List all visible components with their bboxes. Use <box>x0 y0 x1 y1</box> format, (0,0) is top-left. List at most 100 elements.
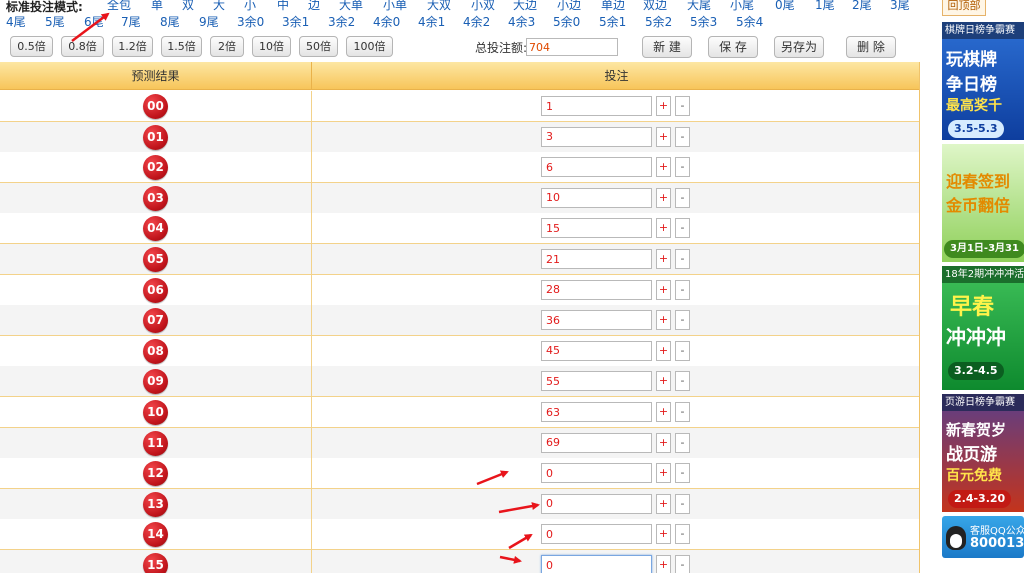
bet-amount-input[interactable] <box>541 310 652 331</box>
mode-link-r2-0[interactable]: 4尾 <box>6 15 26 29</box>
decrement-button[interactable]: - <box>675 432 690 453</box>
mode-link-r1-10[interactable]: 小双 <box>471 0 495 12</box>
mode-link-r2-15[interactable]: 5余2 <box>645 15 672 29</box>
bet-amount-input[interactable] <box>541 96 652 116</box>
mode-link-r2-3[interactable]: 7尾 <box>121 15 141 29</box>
ad-banner-checkin[interactable]: 迎春签到 金币翻倍 3月1日-3月31 <box>942 144 1024 262</box>
bet-amount-input[interactable] <box>541 187 652 208</box>
mode-link-r1-15[interactable]: 大尾 <box>687 0 711 12</box>
decrement-button[interactable]: - <box>675 524 690 545</box>
bet-amount-input[interactable] <box>541 402 652 422</box>
decrement-button[interactable]: - <box>675 249 690 269</box>
mode-link-r2-10[interactable]: 4余1 <box>418 15 445 29</box>
delete-button[interactable]: 删 除 <box>846 36 896 58</box>
decrement-button[interactable]: - <box>675 555 690 573</box>
save-as-button[interactable]: 另存为 <box>774 36 824 58</box>
multiplier-button-7[interactable]: 100倍 <box>346 36 393 57</box>
bet-amount-input[interactable] <box>541 432 652 453</box>
bet-amount-input[interactable] <box>541 493 652 514</box>
mode-link-r2-8[interactable]: 3余2 <box>328 15 355 29</box>
bet-amount-input[interactable] <box>541 218 652 239</box>
mode-link-r1-19[interactable]: 2尾 <box>852 0 872 12</box>
mode-link-r1-18[interactable]: 1尾 <box>815 0 835 12</box>
increment-button[interactable]: + <box>656 310 671 331</box>
bet-amount-input[interactable] <box>541 340 652 361</box>
decrement-button[interactable]: - <box>675 157 690 178</box>
mode-link-r1-20[interactable]: 3尾 <box>890 0 910 12</box>
decrement-button[interactable]: - <box>675 493 690 514</box>
mode-link-r1-17[interactable]: 0尾 <box>775 0 795 12</box>
bet-amount-input[interactable] <box>541 126 652 147</box>
mode-link-r2-17[interactable]: 5余4 <box>736 15 763 29</box>
increment-button[interactable]: + <box>656 524 671 545</box>
increment-button[interactable]: + <box>656 126 671 147</box>
save-button[interactable]: 保 存 <box>708 36 758 58</box>
mode-link-r1-14[interactable]: 双边 <box>643 0 667 12</box>
increment-button[interactable]: + <box>656 249 671 269</box>
bet-amount-input[interactable] <box>541 555 652 573</box>
mode-link-r1-7[interactable]: 大单 <box>339 0 363 12</box>
ad-banner-webgame[interactable]: 页游日榜争霸赛 新春贺岁 战页游 百元免费 2.4-3.20 <box>942 394 1024 512</box>
decrement-button[interactable]: - <box>675 218 690 239</box>
decrement-button[interactable]: - <box>675 371 690 392</box>
mode-link-r1-12[interactable]: 小边 <box>557 0 581 12</box>
mode-link-r2-16[interactable]: 5余3 <box>690 15 717 29</box>
mode-link-r1-0[interactable]: 全包 <box>107 0 131 12</box>
multiplier-button-6[interactable]: 50倍 <box>299 36 338 57</box>
back-to-top-button[interactable]: 回顶部 <box>942 0 986 16</box>
mode-link-r2-14[interactable]: 5余1 <box>599 15 626 29</box>
increment-button[interactable]: + <box>656 463 671 484</box>
bet-amount-input[interactable] <box>541 279 652 300</box>
mode-link-r1-5[interactable]: 中 <box>277 0 289 12</box>
mode-link-r2-6[interactable]: 3余0 <box>237 15 264 29</box>
increment-button[interactable]: + <box>656 279 671 300</box>
ad-banner-chess[interactable]: 棋牌日榜争霸赛 玩棋牌 争日榜 最高奖千 3.5-5.3 <box>942 22 1024 140</box>
mode-link-r2-1[interactable]: 5尾 <box>45 15 65 29</box>
mode-link-r2-12[interactable]: 4余3 <box>508 15 535 29</box>
ad-banner-spring[interactable]: 18年2期冲冲冲活 早春 冲冲冲 3.2-4.5 <box>942 266 1024 390</box>
increment-button[interactable]: + <box>656 432 671 453</box>
multiplier-button-3[interactable]: 1.5倍 <box>161 36 202 57</box>
decrement-button[interactable]: - <box>675 310 690 331</box>
bet-amount-input[interactable] <box>541 249 652 269</box>
bet-amount-input[interactable] <box>541 524 652 545</box>
mode-link-r2-13[interactable]: 5余0 <box>553 15 580 29</box>
total-bet-input[interactable] <box>526 38 618 56</box>
multiplier-button-2[interactable]: 1.2倍 <box>112 36 153 57</box>
bet-amount-input[interactable] <box>541 371 652 392</box>
increment-button[interactable]: + <box>656 555 671 573</box>
increment-button[interactable]: + <box>656 157 671 178</box>
decrement-button[interactable]: - <box>675 187 690 208</box>
decrement-button[interactable]: - <box>675 96 690 116</box>
increment-button[interactable]: + <box>656 340 671 361</box>
mode-link-r1-11[interactable]: 大边 <box>513 0 537 12</box>
multiplier-button-4[interactable]: 2倍 <box>210 36 244 57</box>
mode-link-r1-4[interactable]: 小 <box>244 0 256 12</box>
increment-button[interactable]: + <box>656 96 671 116</box>
increment-button[interactable]: + <box>656 493 671 514</box>
mode-link-r1-3[interactable]: 大 <box>213 0 225 12</box>
new-button[interactable]: 新 建 <box>642 36 692 58</box>
ad-banner-qq[interactable]: 客服QQ公众号 8000131 <box>942 516 1024 558</box>
increment-button[interactable]: + <box>656 371 671 392</box>
multiplier-button-5[interactable]: 10倍 <box>252 36 291 57</box>
decrement-button[interactable]: - <box>675 279 690 300</box>
mode-link-r1-13[interactable]: 单边 <box>601 0 625 12</box>
decrement-button[interactable]: - <box>675 402 690 422</box>
mode-link-r1-16[interactable]: 小尾 <box>730 0 754 12</box>
mode-link-r2-11[interactable]: 4余2 <box>463 15 490 29</box>
increment-button[interactable]: + <box>656 402 671 422</box>
decrement-button[interactable]: - <box>675 340 690 361</box>
increment-button[interactable]: + <box>656 218 671 239</box>
mode-link-r2-9[interactable]: 4余0 <box>373 15 400 29</box>
bet-amount-input[interactable] <box>541 463 652 484</box>
mode-link-r2-4[interactable]: 8尾 <box>160 15 180 29</box>
mode-link-r1-2[interactable]: 双 <box>182 0 194 12</box>
mode-link-r1-1[interactable]: 单 <box>151 0 163 12</box>
multiplier-button-0[interactable]: 0.5倍 <box>10 36 53 57</box>
mode-link-r1-8[interactable]: 小单 <box>383 0 407 12</box>
decrement-button[interactable]: - <box>675 126 690 147</box>
increment-button[interactable]: + <box>656 187 671 208</box>
mode-link-r2-2[interactable]: 6尾 <box>84 15 104 29</box>
bet-amount-input[interactable] <box>541 157 652 178</box>
